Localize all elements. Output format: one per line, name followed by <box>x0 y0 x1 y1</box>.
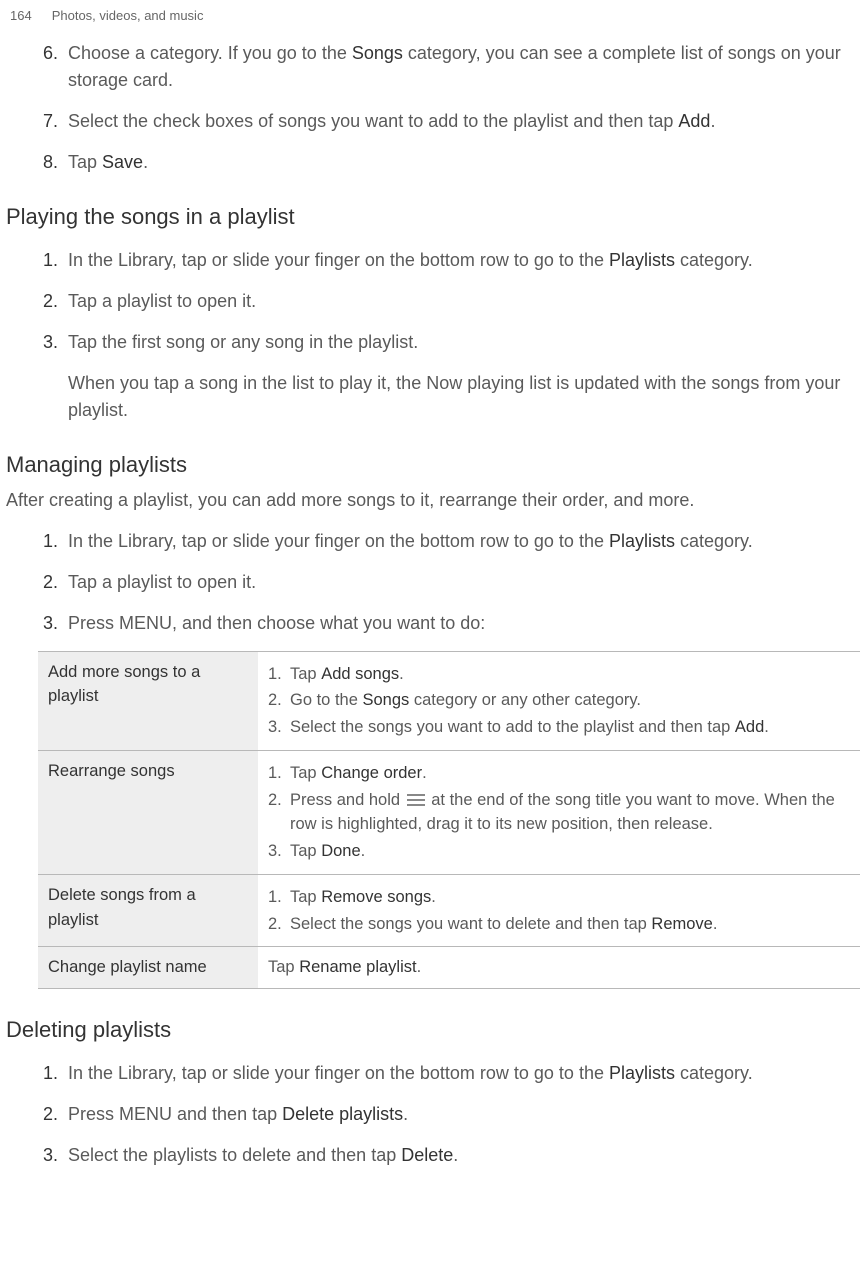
playing-steps: 1. In the Library, tap or slide your fin… <box>4 247 860 356</box>
step-number: 8. <box>4 149 68 176</box>
step-number: 3. <box>4 610 68 637</box>
list-item: 6. Choose a category. If you go to the S… <box>4 40 860 94</box>
step-number: 2. <box>4 1101 68 1128</box>
drag-handle-icon <box>407 794 425 806</box>
step-number: 6. <box>4 40 68 67</box>
list-item: 7. Select the check boxes of songs you w… <box>4 108 860 135</box>
step-number: 1. <box>4 528 68 555</box>
table-label: Change playlist name <box>38 947 258 989</box>
page: 164 Photos, videos, and music 6. Choose … <box>0 0 864 1203</box>
table-row: Add more songs to a playlist 1.Tap Add s… <box>38 651 860 750</box>
list-item: 2. Tap a playlist to open it. <box>4 569 860 596</box>
step-number: 7. <box>4 108 68 135</box>
step-text: In the Library, tap or slide your finger… <box>68 247 860 274</box>
managing-intro: After creating a playlist, you can add m… <box>6 487 858 514</box>
step-text: Tap a playlist to open it. <box>68 569 860 596</box>
table-row: Change playlist name Tap Rename playlist… <box>38 947 860 989</box>
step-text: Choose a category. If you go to the Song… <box>68 40 860 94</box>
list-item: 3. Select the playlists to delete and th… <box>4 1142 860 1169</box>
table-value: 1.Tap Remove songs. 2.Select the songs y… <box>258 874 860 947</box>
section-heading-playing: Playing the songs in a playlist <box>6 200 860 233</box>
step-text: Select the playlists to delete and then … <box>68 1142 860 1169</box>
step-text: Tap Save. <box>68 149 860 176</box>
table-label: Delete songs from a playlist <box>38 874 258 947</box>
list-item: 1. In the Library, tap or slide your fin… <box>4 1060 860 1087</box>
list-item: 3. Tap the first song or any song in the… <box>4 329 860 356</box>
step-text: Tap the first song or any song in the pl… <box>68 329 860 356</box>
table-value: Tap Rename playlist. <box>258 947 860 989</box>
section-heading-managing: Managing playlists <box>6 448 860 481</box>
step-number: 1. <box>4 247 68 274</box>
section-heading-deleting: Deleting playlists <box>6 1013 860 1046</box>
chapter-title: Photos, videos, and music <box>52 6 204 26</box>
step-number: 2. <box>4 569 68 596</box>
list-item: 1. In the Library, tap or slide your fin… <box>4 247 860 274</box>
step-number: 1. <box>4 1060 68 1087</box>
table-label: Rearrange songs <box>38 750 258 874</box>
managing-table: Add more songs to a playlist 1.Tap Add s… <box>38 651 860 990</box>
playing-follow-text: When you tap a song in the list to play … <box>68 370 860 424</box>
table-row: Rearrange songs 1.Tap Change order. 2.Pr… <box>38 750 860 874</box>
step-number: 3. <box>4 329 68 356</box>
list-item: 2. Press MENU and then tap Delete playli… <box>4 1101 860 1128</box>
list-item: 2. Tap a playlist to open it. <box>4 288 860 315</box>
table-row: Delete songs from a playlist 1.Tap Remov… <box>38 874 860 947</box>
step-number: 3. <box>4 1142 68 1169</box>
list-item: 8. Tap Save. <box>4 149 860 176</box>
step-text: Press MENU and then tap Delete playlists… <box>68 1101 860 1128</box>
page-number: 164 <box>10 6 32 26</box>
content: 6. Choose a category. If you go to the S… <box>0 40 864 1170</box>
page-header: 164 Photos, videos, and music <box>0 0 864 26</box>
top-steps: 6. Choose a category. If you go to the S… <box>4 40 860 176</box>
step-text: Press MENU, and then choose what you wan… <box>68 610 860 637</box>
step-text: Tap a playlist to open it. <box>68 288 860 315</box>
managing-steps: 1. In the Library, tap or slide your fin… <box>4 528 860 637</box>
table-label: Add more songs to a playlist <box>38 651 258 750</box>
step-text: In the Library, tap or slide your finger… <box>68 1060 860 1087</box>
step-text: In the Library, tap or slide your finger… <box>68 528 860 555</box>
list-item: 3. Press MENU, and then choose what you … <box>4 610 860 637</box>
step-number: 2. <box>4 288 68 315</box>
list-item: 1. In the Library, tap or slide your fin… <box>4 528 860 555</box>
deleting-steps: 1. In the Library, tap or slide your fin… <box>4 1060 860 1169</box>
table-value: 1.Tap Add songs. 2.Go to the Songs categ… <box>258 651 860 750</box>
step-text: Select the check boxes of songs you want… <box>68 108 860 135</box>
table-value: 1.Tap Change order. 2.Press and hold at … <box>258 750 860 874</box>
